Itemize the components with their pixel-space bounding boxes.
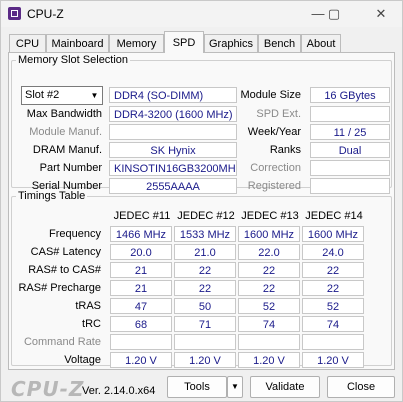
memory-type-field: DDR4 (SO-DIMM) <box>109 87 237 103</box>
frequency-label: Frequency <box>49 228 101 240</box>
timings-column-header: JEDEC #11 <box>113 210 171 222</box>
timing-cell: 1466 MHz <box>110 226 172 242</box>
tab-spd[interactable]: SPD <box>164 31 204 53</box>
timing-cell: 21 <box>110 262 172 278</box>
week-year-label: Week/Year <box>247 126 301 138</box>
spd-ext-label: SPD Ext. <box>256 108 301 120</box>
validate-button[interactable]: Validate <box>250 376 320 398</box>
voltage-label: Voltage <box>64 354 101 366</box>
timing-cell: 22 <box>174 280 236 296</box>
spd-panel: Memory Slot Selection Slot #2 ▼ DDR4 (SO… <box>8 52 395 370</box>
timing-cell <box>110 334 172 350</box>
tab-mainboard[interactable]: Mainboard <box>46 34 109 52</box>
memory-slot-group: Memory Slot Selection Slot #2 ▼ DDR4 (SO… <box>11 54 392 194</box>
tab-cpu[interactable]: CPU <box>9 34 46 52</box>
part-number-field: KINSOTIN16GB3200MHZ <box>109 160 237 176</box>
correction-field <box>310 160 390 176</box>
timing-cell: 1.20 V <box>302 352 364 368</box>
ras-to-cas-label: RAS# to CAS# <box>28 264 101 276</box>
timing-cell <box>174 334 236 350</box>
app-icon <box>8 7 21 20</box>
window-title: CPU-Z <box>27 7 64 21</box>
cpu-z-logo: CPU-Z <box>11 377 85 401</box>
dram-manuf-label: DRAM Manuf. <box>32 144 102 156</box>
timing-cell: 1.20 V <box>238 352 300 368</box>
timing-cell: 74 <box>302 316 364 332</box>
close-button[interactable]: Close <box>327 376 395 398</box>
timing-cell: 50 <box>174 298 236 314</box>
chevron-down-icon: ▼ <box>231 382 239 391</box>
timing-cell: 1.20 V <box>174 352 236 368</box>
timing-cell: 22 <box>174 262 236 278</box>
timing-cell: 22 <box>238 262 300 278</box>
cas-latency-label: CAS# Latency <box>30 246 101 258</box>
timing-cell: 22 <box>302 262 364 278</box>
footer-bar: CPU-Z Ver. 2.14.0.x64 Tools ▼ Validate C… <box>1 373 402 401</box>
trc-label: tRC <box>82 318 101 330</box>
timing-cell: 52 <box>302 298 364 314</box>
ranks-label: Ranks <box>269 144 301 156</box>
chevron-down-icon: ▼ <box>90 91 99 100</box>
timing-cell: 22 <box>302 280 364 296</box>
ras-precharge-label: RAS# Precharge <box>18 282 101 294</box>
tab-memory[interactable]: Memory <box>109 34 164 52</box>
timing-cell: 1.20 V <box>110 352 172 368</box>
timing-cell: 24.0 <box>302 244 364 260</box>
timing-cell: 20.0 <box>110 244 172 260</box>
module-size-field: 16 GBytes <box>310 87 390 103</box>
timing-cell: 1533 MHz <box>174 226 236 242</box>
close-window-button[interactable]: ✕ <box>366 5 396 23</box>
timing-cell: 47 <box>110 298 172 314</box>
max-bandwidth-field: DDR4-3200 (1600 MHz) <box>109 106 237 122</box>
correction-label: Correction <box>250 162 301 174</box>
slot-select[interactable]: Slot #2 ▼ <box>21 86 103 105</box>
timings-table-group: Timings Table JEDEC #11 JEDEC #12 JEDEC … <box>11 190 392 368</box>
week-year-field: 11 / 25 <box>310 124 390 140</box>
timing-cell: 22.0 <box>238 244 300 260</box>
tools-dropdown-button[interactable]: ▼ <box>227 376 243 398</box>
timings-column-header: JEDEC #12 <box>177 210 235 222</box>
timing-cell: 1600 MHz <box>238 226 300 242</box>
timing-cell <box>238 334 300 350</box>
title-bar: CPU-Z — ▢ ✕ <box>1 1 402 27</box>
spd-ext-field <box>310 106 390 122</box>
module-size-label: Module Size <box>240 89 301 101</box>
timing-cell: 21 <box>110 280 172 296</box>
timing-cell <box>302 334 364 350</box>
module-manuf-field <box>109 124 237 140</box>
part-number-label: Part Number <box>39 162 102 174</box>
version-label: Ver. 2.14.0.x64 <box>82 385 156 397</box>
dram-manuf-field: SK Hynix <box>109 142 237 158</box>
timing-cell: 74 <box>238 316 300 332</box>
timings-column-header: JEDEC #14 <box>305 210 363 222</box>
timing-cell: 68 <box>110 316 172 332</box>
timing-cell: 1600 MHz <box>302 226 364 242</box>
maximize-button[interactable]: ▢ <box>319 5 349 23</box>
command-rate-label: Command Rate <box>23 336 101 348</box>
tab-graphics[interactable]: Graphics <box>204 34 258 52</box>
timing-cell: 52 <box>238 298 300 314</box>
slot-select-value: Slot #2 <box>25 89 60 101</box>
timings-table-title: Timings Table <box>18 190 86 202</box>
cpu-z-window: CPU-Z — ▢ ✕ CPU Mainboard Memory SPD Gra… <box>0 0 403 402</box>
tras-label: tRAS <box>75 300 101 312</box>
timings-column-header: JEDEC #13 <box>241 210 299 222</box>
timing-cell: 22 <box>238 280 300 296</box>
timing-cell: 71 <box>174 316 236 332</box>
tab-about[interactable]: About <box>301 34 341 52</box>
module-manuf-label: Module Manuf. <box>29 126 102 138</box>
tab-bench[interactable]: Bench <box>258 34 301 52</box>
ranks-field: Dual <box>310 142 390 158</box>
timing-cell: 21.0 <box>174 244 236 260</box>
tools-button[interactable]: Tools <box>167 376 227 398</box>
max-bandwidth-label: Max Bandwidth <box>26 108 102 120</box>
memory-slot-title: Memory Slot Selection <box>18 54 129 66</box>
